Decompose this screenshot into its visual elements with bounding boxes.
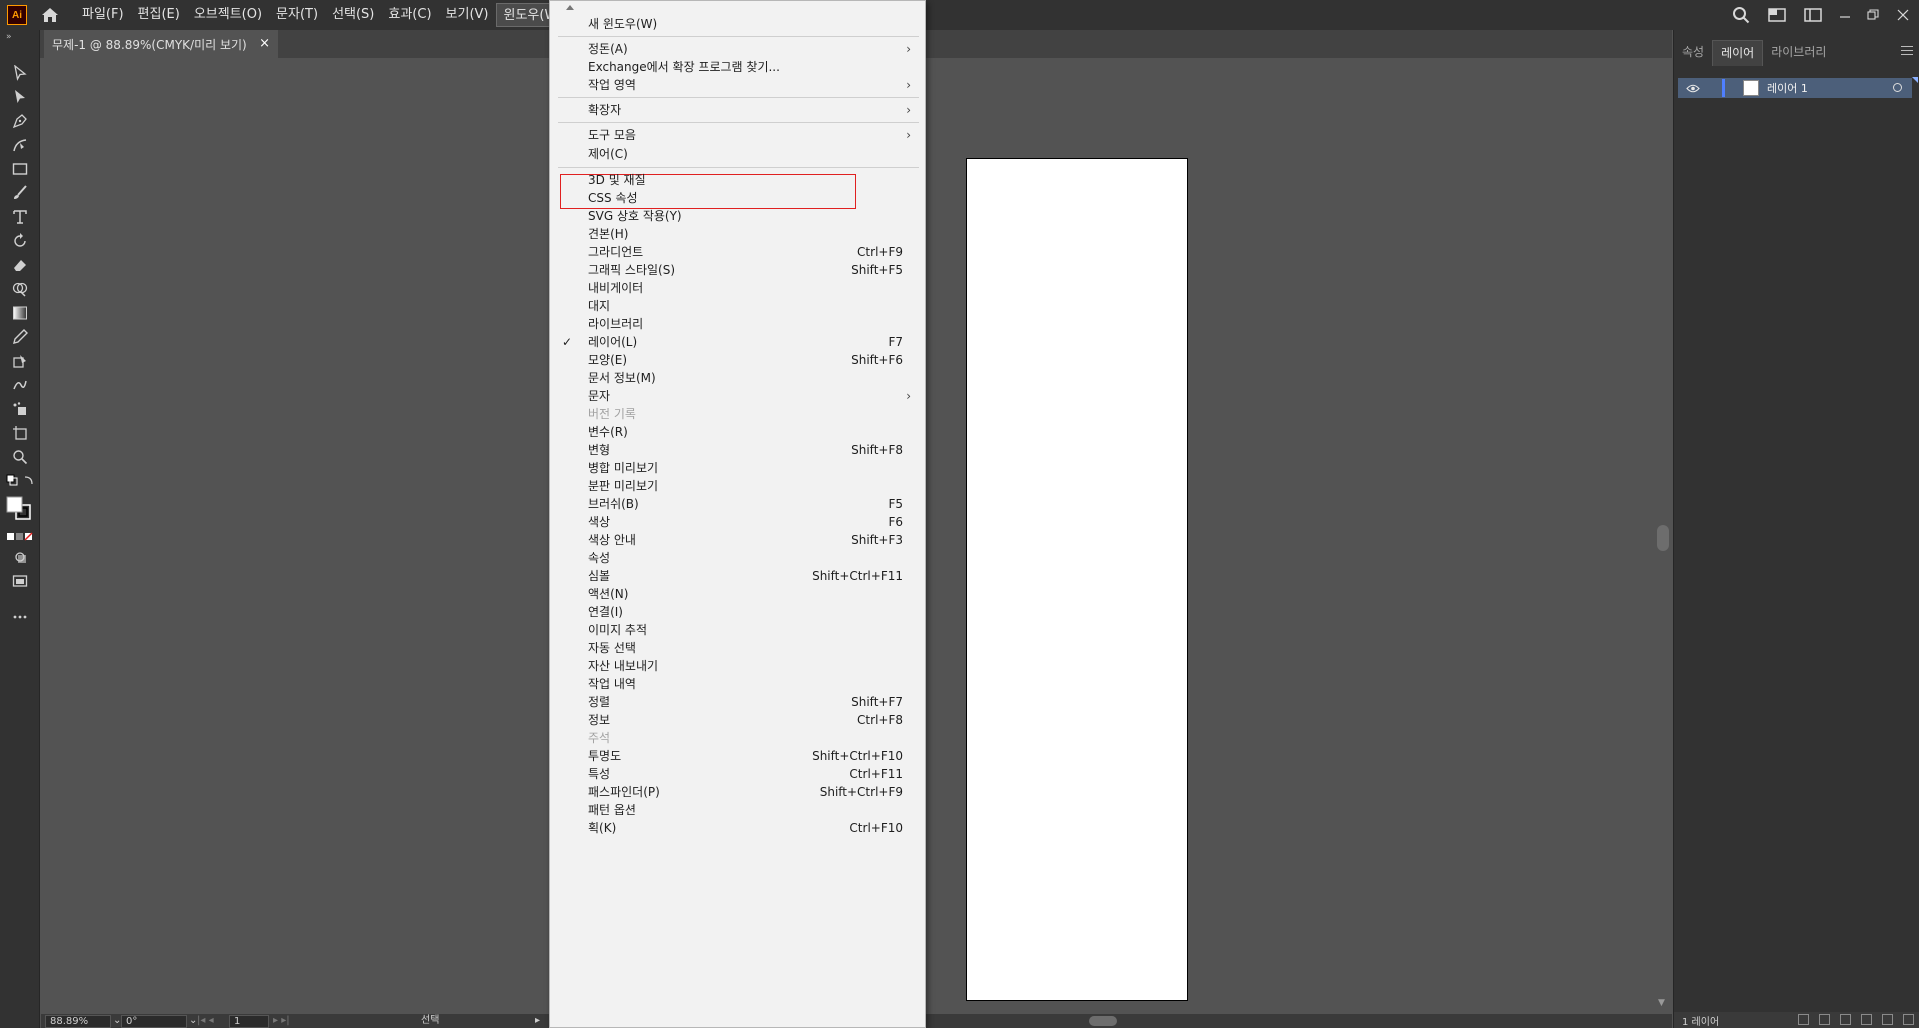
arrange-documents-icon[interactable]	[1759, 0, 1795, 30]
menu-separator	[558, 167, 919, 168]
menu-item[interactable]: 효과(C)	[381, 3, 438, 27]
minimize-icon[interactable]	[1831, 0, 1859, 30]
menu-scroll-up-icon[interactable]	[566, 5, 574, 10]
puppet-warp-icon[interactable]	[9, 375, 31, 395]
eraser-icon[interactable]	[9, 255, 31, 275]
zoom-field[interactable]: 88.89%	[45, 1015, 111, 1028]
paintbrush-icon[interactable]	[9, 183, 31, 203]
menu-item[interactable]: 오브젝트(O)	[187, 3, 269, 27]
menu-item-label: 새 윈도우(W)	[588, 17, 658, 31]
new-sublayer-icon[interactable]	[1861, 1014, 1872, 1025]
window-menu-item[interactable]: 새 윈도우(W)	[550, 13, 927, 35]
delete-layer-icon[interactable]	[1903, 1014, 1914, 1025]
clipping-mask-icon[interactable]	[1840, 1014, 1851, 1025]
color-mode-icon[interactable]	[5, 527, 35, 547]
selection-icon[interactable]	[9, 63, 31, 83]
submenu-arrow-icon: ›	[906, 103, 911, 117]
rectangle-icon[interactable]	[9, 159, 31, 179]
layer-selected-indicator	[1912, 77, 1918, 83]
artboard-number-field[interactable]: 1	[229, 1015, 269, 1028]
menu-item[interactable]: 선택(S)	[325, 3, 381, 27]
document-tab[interactable]: 무제-1 @ 88.89%(CMYK/미리 보기) ×	[44, 30, 278, 58]
panel-tab[interactable]: 레이어	[1712, 40, 1764, 66]
menu-item[interactable]: 보기(V)	[439, 3, 496, 27]
artboard-icon[interactable]	[9, 423, 31, 443]
menu-item-label: 확장자	[588, 103, 622, 117]
close-window-icon[interactable]	[1887, 0, 1919, 30]
window-menu-item[interactable]: 획(K) Ctrl+F10	[550, 817, 927, 839]
zoom-icon[interactable]	[9, 447, 31, 467]
menu-item[interactable]: 파일(F)	[75, 3, 131, 27]
menu-item[interactable]: 편집(E)	[131, 3, 187, 27]
window-menu-item[interactable]: 작업 영역 ›	[550, 74, 927, 96]
layers-panel: 속성 레이어 라이브러리 레이어 1 1 레이어	[1673, 30, 1919, 1028]
direct-selection-icon[interactable]	[9, 87, 31, 107]
tools-panel: »	[0, 30, 40, 1028]
panel-tabs: 속성 레이어 라이브러리	[1674, 40, 1834, 66]
menu-item[interactable]: 문자(T)	[269, 3, 325, 27]
rotate-icon[interactable]	[9, 231, 31, 251]
eyedropper-icon[interactable]	[9, 327, 31, 347]
menu-bar: Ai 파일(F) 편집(E) 오브젝트(O) 문자(T) 선택(S) 효과(C) 보기(V)…	[0, 0, 1919, 30]
menu-item-label: 제어(C)	[588, 147, 628, 161]
layer-count: 1 레이어	[1682, 1017, 1720, 1028]
submenu-arrow-icon: ›	[906, 78, 911, 92]
default-fill-stroke-icon[interactable]	[5, 471, 35, 491]
window-controls	[1723, 0, 1919, 30]
menu-separator	[558, 122, 919, 123]
menu-item-label: 획(K)	[588, 821, 617, 835]
export-icon[interactable]	[1798, 1014, 1809, 1025]
layers-panel-footer: 1 레이어	[1674, 1012, 1919, 1028]
menu-item-shortcut: Ctrl+F10	[849, 821, 903, 835]
window-menu-item[interactable]: 제어(C)	[550, 143, 927, 165]
drawing-mode-icon[interactable]	[9, 547, 31, 567]
more-tools-icon[interactable]	[9, 607, 31, 627]
workspace-switcher-icon[interactable]	[1795, 0, 1831, 30]
locate-object-icon[interactable]	[1819, 1014, 1830, 1025]
symbol-sprayer-icon[interactable]	[9, 399, 31, 419]
close-tab-icon[interactable]: ×	[259, 36, 270, 51]
layer-color-indicator	[1722, 79, 1725, 97]
restore-icon[interactable]	[1859, 0, 1887, 30]
fill-stroke-swatch-icon[interactable]	[5, 495, 35, 523]
gradient-icon[interactable]	[9, 303, 31, 323]
app-logo: Ai	[7, 5, 27, 25]
type-icon[interactable]	[9, 207, 31, 227]
visibility-eye-icon[interactable]	[1686, 84, 1700, 93]
rotation-field[interactable]: 0°	[121, 1015, 187, 1028]
search-icon[interactable]	[1723, 0, 1759, 30]
current-tool-label: 선택	[421, 1015, 440, 1026]
panel-menu-icon[interactable]	[1901, 46, 1913, 58]
collapse-panel-icon[interactable]: »	[6, 32, 12, 42]
new-layer-icon[interactable]	[1882, 1014, 1893, 1025]
live-paint-icon[interactable]	[9, 351, 31, 371]
artboard-nav-next-icon[interactable]: ▸ ▸|	[273, 1014, 290, 1028]
layer-thumbnail	[1743, 80, 1759, 96]
menu-item-label: 작업 영역	[588, 78, 636, 92]
menu-items: 파일(F) 편집(E) 오브젝트(O) 문자(T) 선택(S) 효과(C) 보기(V) 윈도우…	[75, 0, 571, 30]
curvature-icon[interactable]	[9, 135, 31, 155]
document-tab-title: 무제-1 @ 88.89%(CMYK/미리 보기)	[52, 37, 247, 52]
window-menu-item[interactable]: 확장자 ›	[550, 99, 927, 121]
pen-icon[interactable]	[9, 111, 31, 131]
vertical-scrollbar[interactable]	[1657, 525, 1669, 551]
artboard-nav-prev-icon[interactable]: |◂ ◂	[197, 1014, 214, 1028]
screen-mode-icon[interactable]	[9, 571, 31, 591]
layer-row[interactable]: 레이어 1	[1678, 77, 1918, 98]
status-menu-icon[interactable]: ▸	[535, 1014, 540, 1028]
panel-tab[interactable]: 속성	[1674, 40, 1712, 66]
window-menu-dropdown: 새 윈도우(W) 정돈(A) › Exchange에서 확장 프로그램 찾기... 작업…	[549, 0, 926, 1028]
layer-name[interactable]: 레이어 1	[1767, 80, 1808, 96]
layer-target-icon[interactable]	[1893, 83, 1902, 92]
scroll-down-icon[interactable]: ▼	[1658, 998, 1665, 1008]
artboard[interactable]	[966, 158, 1188, 1001]
horizontal-scrollbar[interactable]	[1089, 1016, 1117, 1026]
shape-builder-icon[interactable]	[9, 279, 31, 299]
menu-separator	[558, 97, 919, 98]
panel-tab[interactable]: 라이브러리	[1763, 40, 1834, 66]
menu-separator	[558, 36, 919, 37]
home-icon[interactable]	[39, 4, 61, 26]
